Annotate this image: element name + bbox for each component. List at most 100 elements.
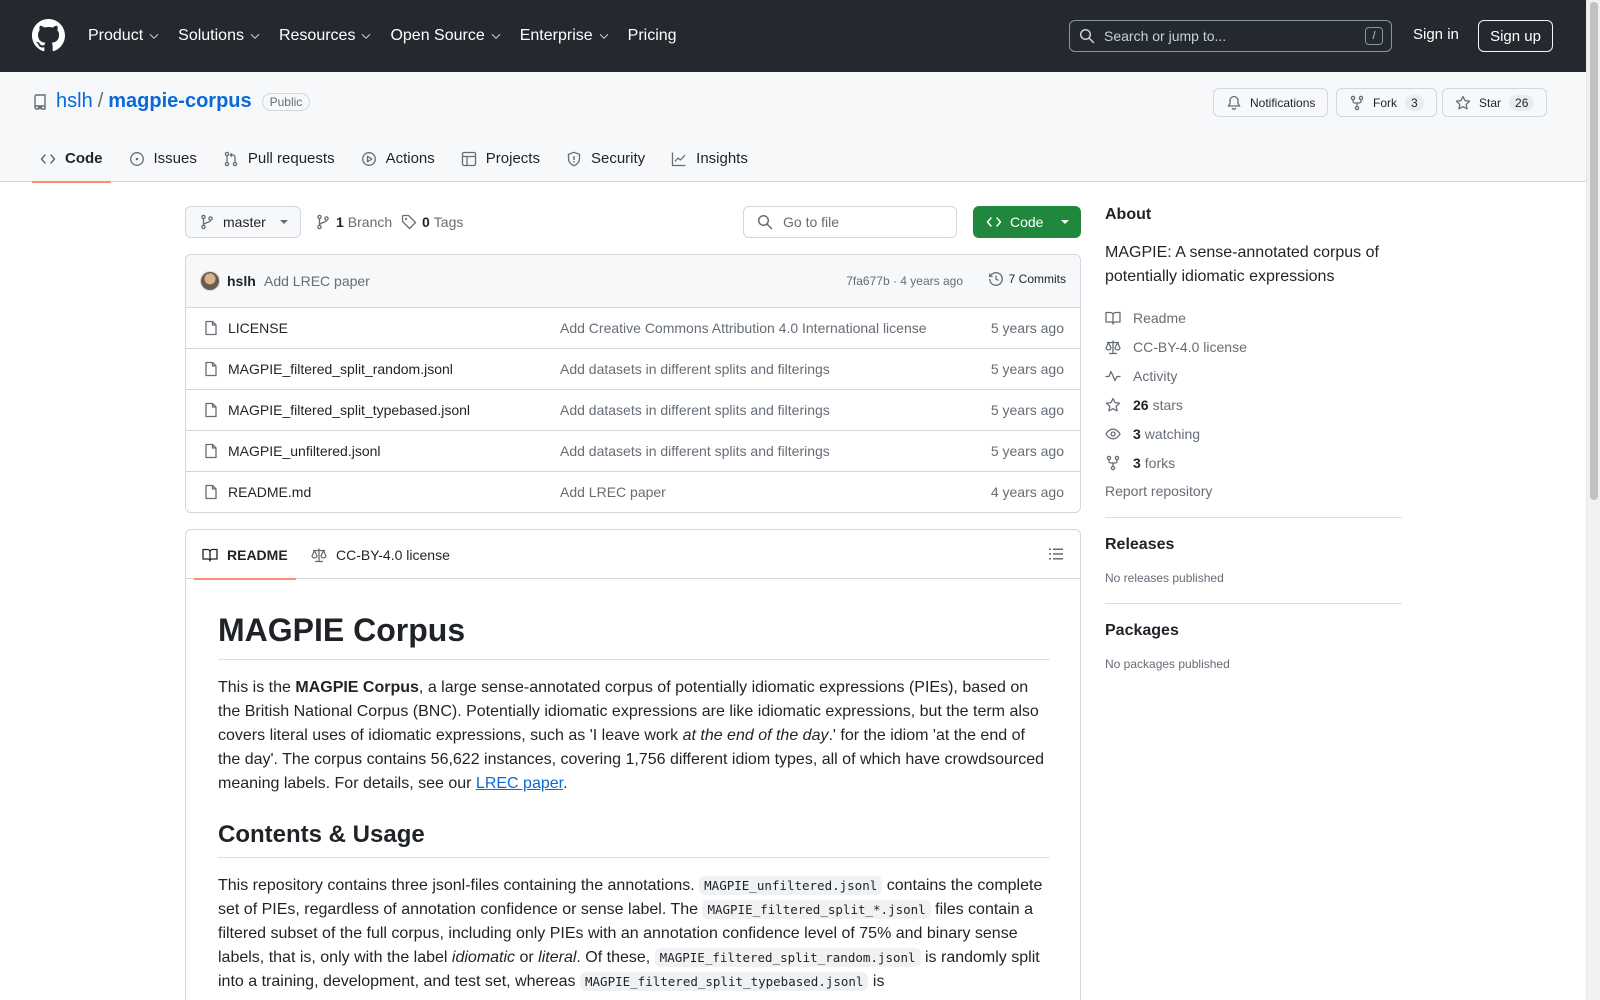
- file-icon: [205, 402, 217, 418]
- code-button-label: Code: [1010, 214, 1044, 230]
- list-outline-icon[interactable]: [1048, 546, 1064, 562]
- text-run: This repository contains three jsonl-fil…: [218, 877, 700, 894]
- book-icon: [1105, 311, 1121, 325]
- commits-link[interactable]: 7 Commits: [988, 271, 1066, 287]
- sign-in-link[interactable]: Sign in: [1413, 26, 1459, 43]
- branch-name: master: [223, 214, 266, 230]
- sign-up-button[interactable]: Sign up: [1478, 20, 1553, 52]
- about-link-label: forks: [1144, 454, 1176, 471]
- scrollbar-thumb[interactable]: [1590, 2, 1598, 500]
- file-name-link[interactable]: LICENSE: [228, 320, 288, 336]
- nav-solutions[interactable]: Solutions: [178, 27, 261, 45]
- repo-path-separator: /: [97, 90, 104, 112]
- about-link-forks[interactable]: 3 forks: [1105, 448, 1402, 477]
- code-icon: [40, 153, 56, 164]
- tab-label: Actions: [385, 150, 435, 167]
- repo-owner-link[interactable]: hslh: [56, 90, 93, 113]
- nav-label: Solutions: [178, 27, 244, 44]
- tab-issues[interactable]: Issues: [121, 135, 205, 182]
- nav-label: Product: [88, 27, 144, 44]
- branch-selector[interactable]: master: [185, 206, 301, 238]
- nav-resources[interactable]: Resources: [279, 27, 372, 45]
- tab-pull-requests[interactable]: Pull requests: [215, 135, 343, 182]
- about-link-label: Activity: [1133, 367, 1178, 384]
- commit-message[interactable]: Add LREC paper: [264, 273, 370, 289]
- law-icon: [1105, 340, 1121, 354]
- tab-actions[interactable]: Actions: [353, 135, 443, 182]
- repo-icon: [34, 93, 46, 110]
- nav-open-source[interactable]: Open Source: [390, 27, 501, 45]
- about-link-readme[interactable]: Readme: [1105, 303, 1402, 332]
- chevron-down-icon: [250, 33, 260, 39]
- commit-author[interactable]: hslh: [227, 273, 256, 289]
- pulse-icon: [1105, 370, 1121, 381]
- law-icon: [311, 548, 327, 562]
- file-commit-age: 5 years ago: [990, 320, 1064, 336]
- global-search-input[interactable]: Search or jump to... /: [1069, 20, 1392, 52]
- packages-heading[interactable]: Packages: [1105, 622, 1402, 640]
- nav-product[interactable]: Product: [88, 27, 160, 45]
- report-repository-link[interactable]: Report repository: [1105, 483, 1402, 499]
- about-heading: About: [1105, 206, 1152, 223]
- go-to-file-input[interactable]: Go to file: [743, 206, 957, 238]
- nav-label: Resources: [278, 27, 356, 44]
- search-icon: [1079, 28, 1095, 44]
- file-name-link[interactable]: README.md: [228, 484, 311, 500]
- code-icon: [986, 217, 1002, 227]
- fork-icon: [1106, 455, 1120, 470]
- code-dropdown-button[interactable]: Code: [973, 206, 1081, 238]
- text-run-italic: literal: [538, 949, 577, 966]
- page-scrollbar[interactable]: [1586, 0, 1600, 1000]
- star-button[interactable]: Star 26: [1442, 88, 1548, 117]
- notifications-button[interactable]: Notifications: [1213, 88, 1329, 117]
- file-name-link[interactable]: MAGPIE_filtered_split_typebased.jsonl: [228, 402, 470, 418]
- tab-insights[interactable]: Insights: [663, 135, 756, 182]
- bell-icon: [1227, 95, 1241, 110]
- about-link-count: 26: [1133, 396, 1149, 413]
- nav-pricing[interactable]: Pricing: [628, 27, 677, 45]
- file-commit-message-link[interactable]: Add datasets in different splits and fil…: [560, 443, 830, 459]
- file-name-link[interactable]: MAGPIE_unfiltered.jsonl: [228, 443, 381, 459]
- nav-label: Open Source: [390, 27, 485, 44]
- search-placeholder: Search or jump to...: [1104, 28, 1227, 44]
- file-commit-message-link[interactable]: Add Creative Commons Attribution 4.0 Int…: [560, 320, 927, 336]
- about-description: MAGPIE: A sense-annotated corpus of pote…: [1105, 244, 1379, 285]
- file-commit-age: 5 years ago: [990, 361, 1064, 377]
- issue-icon: [129, 151, 144, 166]
- about-link-watching[interactable]: 3 watching: [1105, 419, 1402, 448]
- star-icon: [1105, 397, 1121, 411]
- file-name-link[interactable]: MAGPIE_filtered_split_random.jsonl: [228, 361, 453, 377]
- file-row: README.md Add LREC paper 4 years ago: [186, 472, 1080, 512]
- repo-name-link[interactable]: magpie-corpus: [108, 90, 251, 113]
- about-link-activity[interactable]: Activity: [1105, 361, 1402, 390]
- tags-link[interactable]: 0 Tags: [401, 214, 463, 230]
- tab-projects[interactable]: Projects: [453, 135, 548, 182]
- divider: [1105, 517, 1402, 518]
- github-logo-icon[interactable]: [32, 19, 65, 52]
- about-link-label: CC-BY-4.0 license: [1133, 338, 1247, 355]
- avatar[interactable]: [200, 271, 220, 291]
- file-commit-age: 5 years ago: [990, 443, 1064, 459]
- about-link-cc-by-4-0-license[interactable]: CC-BY-4.0 license: [1105, 332, 1402, 361]
- table-icon: [461, 151, 476, 166]
- latest-commit: hslh Add LREC paper 7fa677b · 4 years ag…: [186, 255, 1080, 308]
- file-icon: [205, 320, 217, 336]
- file-commit-message-link[interactable]: Add datasets in different splits and fil…: [560, 361, 830, 377]
- eye-icon: [1105, 428, 1121, 439]
- nav-enterprise[interactable]: Enterprise: [520, 27, 610, 45]
- lrec-paper-link[interactable]: LREC paper: [476, 775, 563, 792]
- tab-code[interactable]: Code: [32, 135, 111, 183]
- file-commit-message-link[interactable]: Add datasets in different splits and fil…: [560, 402, 830, 418]
- file-row: MAGPIE_filtered_split_random.jsonl Add da…: [186, 349, 1080, 390]
- file-row: MAGPIE_unfiltered.jsonl Add datasets in d…: [186, 431, 1080, 472]
- tab-license[interactable]: CC-BY-4.0 license: [311, 530, 450, 579]
- file-commit-message-link[interactable]: Add LREC paper: [560, 484, 666, 500]
- about-link-stars[interactable]: 26 stars: [1105, 390, 1402, 419]
- branches-link[interactable]: 1 Branch: [315, 214, 392, 230]
- commit-hash-age[interactable]: 7fa677b · 4 years ago: [846, 274, 963, 288]
- fork-button[interactable]: Fork 3: [1336, 88, 1437, 117]
- tab-security[interactable]: Security: [558, 135, 653, 182]
- commits-count-label: 7 Commits: [1008, 272, 1066, 286]
- releases-heading[interactable]: Releases: [1105, 536, 1402, 554]
- tab-readme[interactable]: README: [194, 530, 296, 580]
